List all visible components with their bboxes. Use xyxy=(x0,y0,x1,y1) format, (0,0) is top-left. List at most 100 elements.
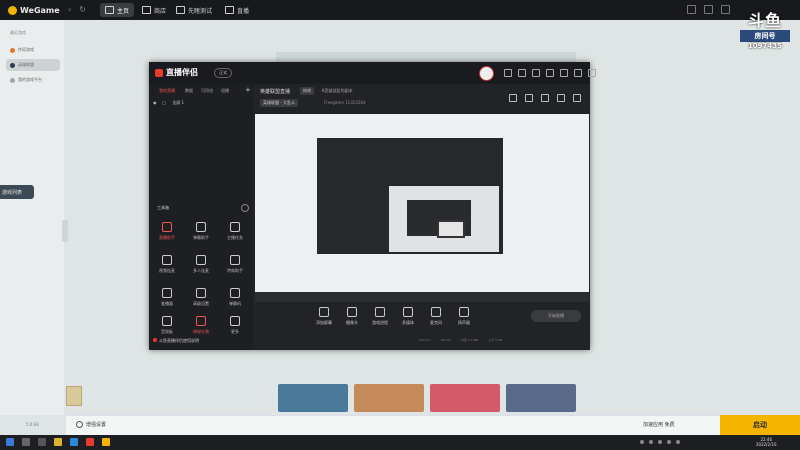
preview-nested-window xyxy=(317,138,503,254)
tab-store[interactable]: 商店 xyxy=(137,3,171,17)
start-live-button[interactable]: 开始直播 xyxy=(531,310,581,322)
browser-icon[interactable] xyxy=(70,438,78,446)
tray-icon[interactable] xyxy=(649,440,653,444)
avatar[interactable] xyxy=(479,66,494,81)
tool-more[interactable]: 更多 xyxy=(220,316,250,340)
tab-preview-test[interactable]: 先睹测试 xyxy=(171,3,217,17)
tool-label: 弹幕机 xyxy=(229,301,241,306)
mail-icon[interactable] xyxy=(687,5,696,14)
launch-button[interactable]: 启动 xyxy=(720,415,800,435)
folder-icon[interactable] xyxy=(54,438,62,446)
nav-arrows: ‹ ↻ xyxy=(68,5,86,14)
sidebar-tooltip: 游戏列表 xyxy=(0,185,34,199)
tab-home[interactable]: 主页 xyxy=(100,3,135,17)
bell-icon[interactable] xyxy=(557,94,565,102)
search-icon[interactable] xyxy=(22,438,30,446)
wegame-icon[interactable] xyxy=(102,438,110,446)
usage-tip[interactable]: 斗鱼直播伴侣使用说明 xyxy=(153,338,199,344)
tool-multi-link[interactable]: 多人连麦 xyxy=(186,255,216,279)
tool-advanced[interactable]: 高级设置 xyxy=(186,288,216,312)
live-app-icon[interactable] xyxy=(86,438,94,446)
eye-icon[interactable]: ◉ xyxy=(153,100,157,106)
watermark-room-label: 房间号 xyxy=(740,30,790,42)
scene-row[interactable]: ◉ ▢ 全屏 1 xyxy=(153,100,184,106)
tab-my-live[interactable]: 我的直播 xyxy=(159,88,175,94)
edit-title-button[interactable]: 修改 xyxy=(300,87,314,95)
refresh-icon[interactable]: ↻ xyxy=(79,5,86,14)
settings-link[interactable]: 增强设置 xyxy=(76,421,106,428)
tool-video-link[interactable]: 视频连麦 xyxy=(152,255,182,279)
sidebar-collapse-handle[interactable] xyxy=(62,220,68,242)
room-id-label: Freegame xyxy=(324,100,344,105)
speaker-button[interactable]: 扬声器 xyxy=(453,307,475,326)
record-icon[interactable] xyxy=(525,94,533,102)
close-icon[interactable] xyxy=(588,69,596,77)
accelerator-label[interactable]: 加速应用 免费 xyxy=(643,421,675,428)
toolbar-label: 扬声器 xyxy=(458,320,470,325)
collapse-tools-icon[interactable] xyxy=(241,204,249,212)
camera-button[interactable]: 摄像头 xyxy=(341,307,363,326)
tray-icon[interactable] xyxy=(658,440,662,444)
system-clock[interactable]: 22:46 2022/2/16 xyxy=(756,437,777,447)
lock-icon[interactable]: ▢ xyxy=(163,100,167,106)
tray-icon[interactable] xyxy=(676,440,680,444)
thumbnail[interactable] xyxy=(354,384,424,412)
microphone-button[interactable]: 麦克风 xyxy=(425,307,447,326)
thumbnail[interactable] xyxy=(506,384,576,412)
settings-link-label: 增强设置 xyxy=(86,422,107,428)
tool-sound[interactable]: 音效板 xyxy=(152,316,182,340)
media-button[interactable]: 多媒体 xyxy=(397,307,419,326)
tray-icon[interactable] xyxy=(667,440,671,444)
toolbar-label: 游戏进程 xyxy=(372,320,388,325)
tab-available[interactable]: 可用也 xyxy=(201,88,213,94)
back-arrow-icon[interactable]: ‹ xyxy=(68,5,71,14)
stat-fps: FPS 60 xyxy=(440,338,452,342)
tab-data[interactable]: 数据 xyxy=(185,88,193,94)
game-cover-thumbnail[interactable] xyxy=(66,386,82,406)
image-icon xyxy=(230,255,240,265)
minimize-icon[interactable] xyxy=(560,69,568,77)
settings-icon[interactable] xyxy=(546,69,554,77)
tool-live-assistant[interactable]: 直播助手 xyxy=(152,222,182,246)
message-icon[interactable] xyxy=(504,69,512,77)
shirt-icon[interactable] xyxy=(532,69,540,77)
tab-group[interactable]: 组播 xyxy=(221,88,229,94)
wegame-logo[interactable]: WeGame xyxy=(8,3,60,17)
tool-tasks[interactable]: 主播任务 xyxy=(220,222,250,246)
add-scene-icon[interactable]: + xyxy=(245,86,251,94)
sidebar-item-0[interactable]: 传奇游戏 xyxy=(6,44,60,56)
sidebar-item-2[interactable]: 我的游戏平台 xyxy=(6,74,60,86)
minimize-icon[interactable] xyxy=(721,5,730,14)
lock-icon[interactable] xyxy=(509,94,517,102)
sidebar-item-1[interactable]: 英雄联盟 xyxy=(6,59,60,71)
tool-label: 主播任务 xyxy=(227,235,243,240)
windows-start-icon[interactable] xyxy=(6,438,14,446)
task-view-icon[interactable] xyxy=(38,438,46,446)
usage-tip-label: 斗鱼直播伴侣使用说明 xyxy=(159,338,199,343)
tool-label: 弹幕助手 xyxy=(193,235,209,240)
tool-danmaku-assistant[interactable]: 弹幕助手 xyxy=(186,222,216,246)
tool-effects[interactable]: 特效助手 xyxy=(220,255,250,279)
toolbar-label: 添加屏幕 xyxy=(316,320,332,325)
share-icon[interactable] xyxy=(573,94,581,102)
user-icon xyxy=(196,222,206,232)
add-screen-button[interactable]: 添加屏幕 xyxy=(313,307,335,326)
tool-label: 直播助手 xyxy=(159,235,175,240)
tool-danmaku-machine[interactable]: 弹幕机 xyxy=(220,288,250,312)
thumbnail[interactable] xyxy=(430,384,500,412)
tab-live[interactable]: 直播 xyxy=(220,3,254,17)
tray-icon[interactable] xyxy=(640,440,644,444)
share-icon[interactable] xyxy=(518,69,526,77)
tool-gift[interactable]: 神秘礼物 xyxy=(186,316,216,340)
stream-preview[interactable] xyxy=(255,114,589,302)
game-icon xyxy=(10,47,15,53)
tool-broadcaster[interactable]: 鉴播器 xyxy=(152,288,182,312)
maximize-icon[interactable] xyxy=(574,69,582,77)
thumbnail[interactable] xyxy=(278,384,348,412)
menu-icon[interactable] xyxy=(704,5,713,14)
toolbar-label: 摄像头 xyxy=(346,320,358,325)
room-category[interactable]: 英雄联盟 - 大乱斗 xyxy=(260,99,298,107)
stat-memory: 内存 0.0 MB xyxy=(461,338,479,342)
screenshot-icon[interactable] xyxy=(541,94,549,102)
game-process-button[interactable]: 游戏进程 xyxy=(369,307,391,326)
